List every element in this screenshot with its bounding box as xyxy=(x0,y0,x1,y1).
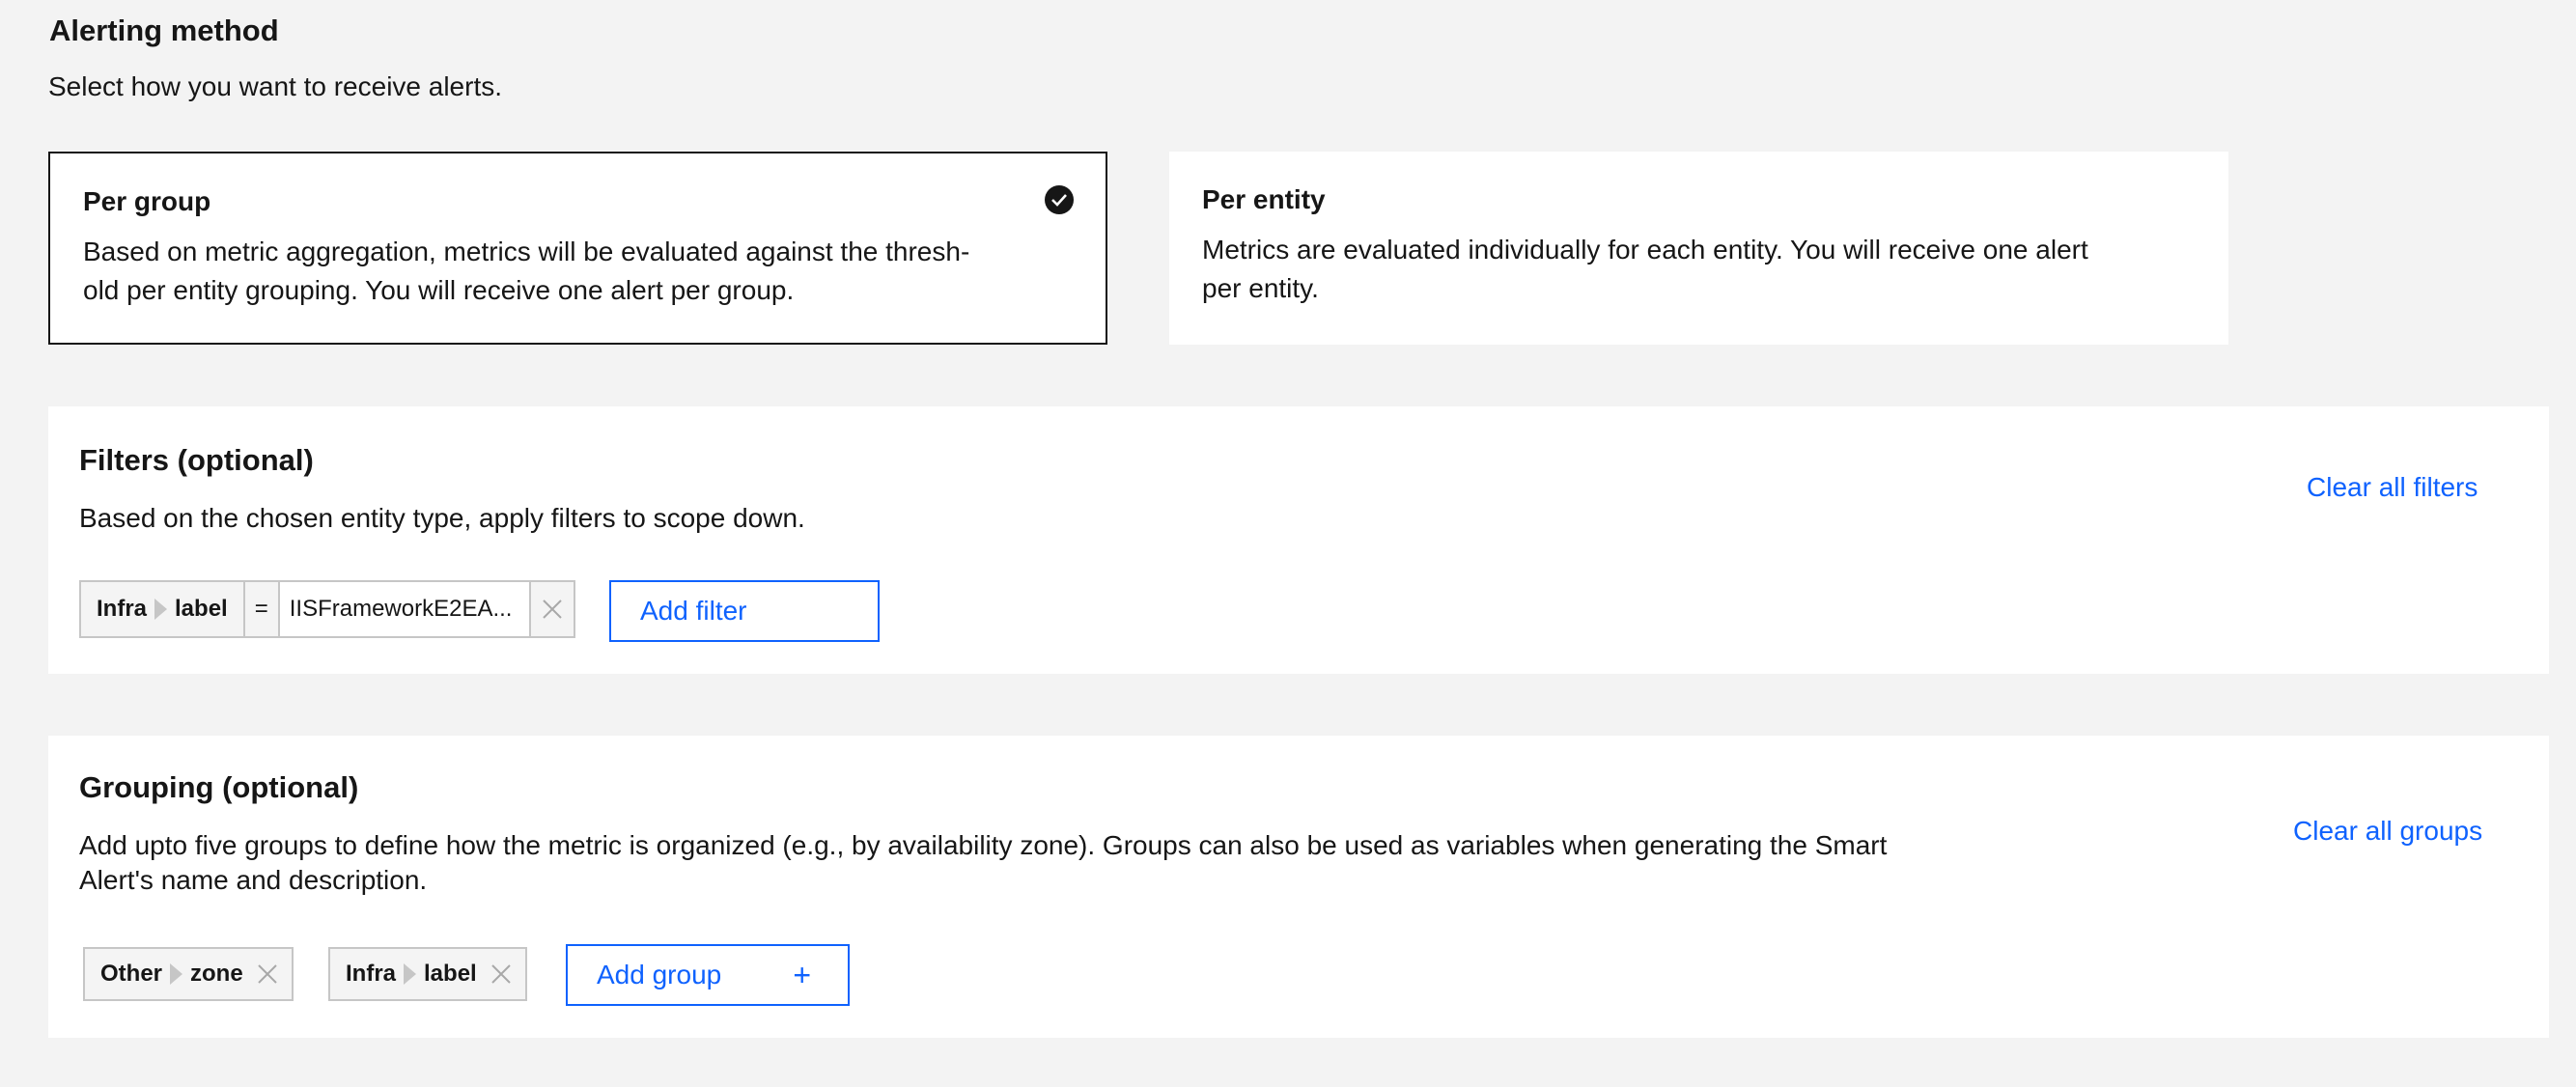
add-filter-label: Add filter xyxy=(640,596,747,626)
clear-all-filters-link[interactable]: Clear all filters xyxy=(2307,472,2478,503)
plus-icon: + xyxy=(793,958,811,992)
filter-operator[interactable]: = xyxy=(242,582,278,636)
group-category: Infra xyxy=(346,961,397,987)
filters-panel: Filters (optional) Based on the chosen e… xyxy=(48,406,2549,674)
alerting-method-description: Select how you want to receive alerts. xyxy=(48,71,503,101)
tile-per-entity[interactable]: Per entity Metrics are evaluated individ… xyxy=(1169,152,2228,345)
grouping-description-line2: Alert's name and description. xyxy=(79,865,428,895)
caret-right-icon xyxy=(170,963,183,985)
tile-per-group[interactable]: Per group Based on metric aggregation, m… xyxy=(48,152,1107,345)
checkmark-icon xyxy=(1045,185,1074,214)
close-icon xyxy=(257,964,277,984)
group-pill[interactable]: Other zone xyxy=(83,947,294,1001)
clear-all-groups-link[interactable]: Clear all groups xyxy=(2293,816,2482,847)
filter-value[interactable]: IISFrameworkE2EA... xyxy=(277,582,529,636)
filter-category: Infra xyxy=(97,596,148,622)
tile-per-entity-description-line1: Metrics are evaluated individually for e… xyxy=(1202,235,2088,265)
group-key: zone xyxy=(190,961,243,987)
close-icon xyxy=(543,599,562,619)
group-category: Other xyxy=(100,961,163,987)
tile-per-group-description-line1: Based on metric aggregation, metrics wil… xyxy=(83,237,970,266)
add-group-button[interactable]: Add group + xyxy=(566,944,850,1006)
remove-group-button[interactable] xyxy=(477,949,525,999)
tile-per-entity-description: Metrics are evaluated individually for e… xyxy=(1202,231,2148,308)
alerting-method-title: Alerting method xyxy=(49,14,279,47)
grouping-description: Add upto five groups to define how the m… xyxy=(79,828,2010,898)
tile-per-group-description-line2: old per entity grouping. You will receiv… xyxy=(83,275,795,305)
grouping-title: Grouping (optional) xyxy=(79,770,359,804)
tile-per-group-description: Based on metric aggregation, metrics wil… xyxy=(83,233,1029,310)
close-icon xyxy=(491,964,511,984)
remove-group-button[interactable] xyxy=(243,949,292,999)
caret-right-icon xyxy=(404,963,417,985)
tile-per-entity-title: Per entity xyxy=(1202,184,1326,214)
tile-per-entity-description-line2: per entity. xyxy=(1202,273,1319,303)
remove-filter-button[interactable] xyxy=(528,582,574,636)
group-pill[interactable]: Infra label xyxy=(328,947,527,1001)
add-group-label: Add group xyxy=(597,960,722,989)
filters-description: Based on the chosen entity type, apply f… xyxy=(79,503,805,533)
caret-right-icon xyxy=(154,599,168,620)
filter-pill: Infra label = IISFrameworkE2EA... xyxy=(79,580,575,638)
filter-pill-key[interactable]: Infra label xyxy=(81,582,243,636)
grouping-panel: Grouping (optional) Add upto five groups… xyxy=(48,736,2549,1038)
filter-key: label xyxy=(175,596,228,622)
tile-per-group-title: Per group xyxy=(83,186,211,216)
group-key: label xyxy=(424,961,477,987)
grouping-description-line1: Add upto five groups to define how the m… xyxy=(79,830,1888,860)
filters-title: Filters (optional) xyxy=(79,443,314,477)
add-filter-button[interactable]: Add filter xyxy=(609,580,880,642)
